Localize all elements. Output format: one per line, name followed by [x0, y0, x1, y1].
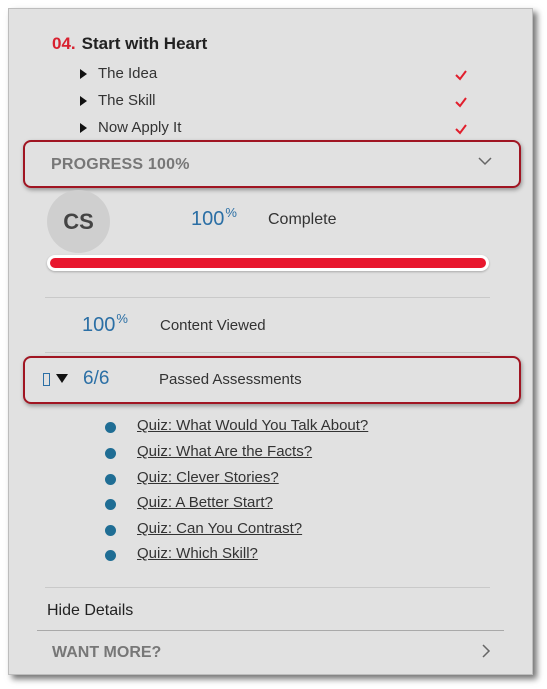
check-icon: [455, 70, 467, 81]
content-viewed-label: Content Viewed: [160, 317, 266, 334]
chevron-down-icon: [478, 157, 492, 166]
expand-triangle-icon: [80, 96, 87, 106]
avatar: CS: [47, 190, 110, 253]
lesson-number: 04.: [52, 34, 76, 53]
completion-percent: 100%: [191, 205, 237, 231]
divider: [37, 630, 504, 631]
topic-label: Now Apply It: [98, 119, 182, 136]
percent-symbol: %: [225, 205, 237, 220]
quiz-link[interactable]: Quiz: What Would You Talk About?: [137, 417, 368, 434]
assessments-label: Passed Assessments: [159, 371, 302, 388]
assessments-count: 6/6: [83, 368, 110, 389]
divider: [45, 587, 490, 588]
topic-item-the-skill[interactable]: The Skill: [80, 92, 470, 114]
assessments-toggle[interactable]: 6/6 Passed Assessments: [23, 356, 521, 404]
progress-title: PROGRESS 100%: [51, 156, 190, 173]
percent-symbol: %: [116, 311, 128, 326]
quiz-link[interactable]: Quiz: A Better Start?: [137, 494, 273, 511]
quiz-link[interactable]: Quiz: Which Skill?: [137, 545, 258, 562]
quiz-link[interactable]: Quiz: What Are the Facts?: [137, 443, 312, 460]
progress-bar: [47, 255, 489, 271]
lesson-title: 04. Start with Heart: [52, 34, 207, 54]
bullet-icon: [105, 525, 116, 536]
quiz-link[interactable]: Quiz: Clever Stories?: [137, 469, 279, 486]
divider: [45, 352, 490, 353]
collapse-triangle-icon: [56, 374, 68, 383]
content-viewed-percent-value: 100: [82, 314, 116, 336]
lesson-name: Start with Heart: [81, 34, 208, 53]
bullet-icon: [105, 448, 116, 459]
topic-label: The Idea: [98, 65, 158, 82]
progress-bar-fill: [50, 258, 486, 268]
completion-percent-value: 100: [191, 208, 225, 230]
topic-item-the-idea[interactable]: The Idea: [80, 65, 470, 87]
bullet-icon: [105, 474, 116, 485]
complete-label: Complete: [268, 211, 337, 228]
progress-panel: 04. Start with Heart The Idea The Skill N…: [8, 8, 533, 675]
chevron-right-icon[interactable]: [481, 643, 491, 659]
topic-item-now-apply-it[interactable]: Now Apply It: [80, 119, 470, 141]
bullet-icon: [105, 550, 116, 561]
bullet-icon: [105, 499, 116, 510]
content-viewed-percent: 100%: [82, 311, 128, 337]
divider: [45, 297, 490, 298]
progress-accordion-header[interactable]: PROGRESS 100%: [23, 140, 521, 188]
topic-label: The Skill: [98, 92, 156, 109]
expand-triangle-icon: [80, 123, 87, 133]
hide-details-link[interactable]: Hide Details: [47, 602, 133, 620]
want-more-link[interactable]: WANT MORE?: [52, 644, 161, 662]
bullet-icon: [105, 422, 116, 433]
toggle-box-icon: [43, 373, 50, 386]
expand-triangle-icon: [80, 69, 87, 79]
check-icon: [455, 97, 467, 108]
quiz-link[interactable]: Quiz: Can You Contrast?: [137, 520, 302, 537]
check-icon: [455, 124, 467, 135]
